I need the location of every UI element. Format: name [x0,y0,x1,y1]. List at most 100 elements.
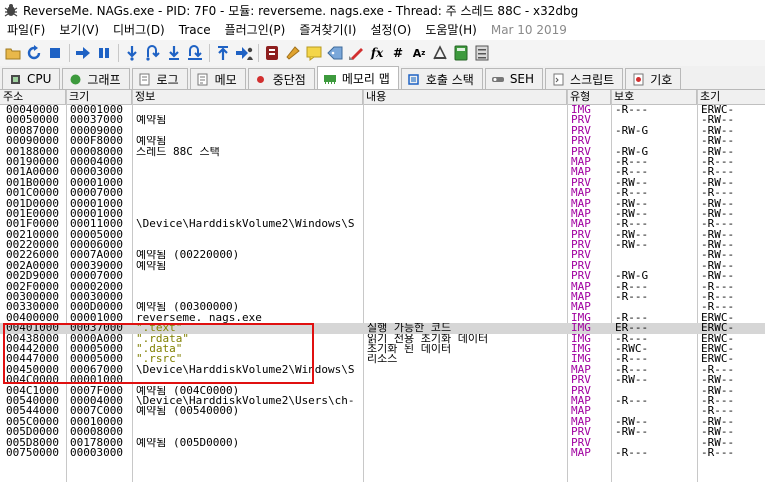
open-icon[interactable] [4,44,22,62]
menu-plugins[interactable]: 플러그인(P) [218,20,293,40]
script-icon[interactable] [263,44,281,62]
memory-map-table[interactable]: 00040000 00001000 IMG -R--- ERWC- 00050000 000… [0,105,765,482]
step-into-icon[interactable] [123,44,141,62]
restart-icon[interactable] [25,44,43,62]
notes-icon [196,72,210,86]
font-icon[interactable]: Az [410,44,428,62]
trace-over-icon[interactable] [186,44,204,62]
log-icon [138,72,152,86]
tab-call-stack[interactable]: 호출 스택 [400,68,483,89]
col-protection[interactable]: 보호 [611,90,697,104]
cell-initial: -R--- [701,219,735,230]
table-row[interactable]: 00544000 0007C000 예약됨 (00540000) MAP -R--- [0,406,765,416]
comment-icon[interactable] [305,44,323,62]
table-row[interactable]: 005C0000 00010000 MAP -RW-- -RW-- [0,417,765,427]
cell-type: IMG [571,354,591,365]
calculator-icon[interactable] [452,44,470,62]
tab-memory-map-label: 메모리 맵 [341,71,390,86]
patch-icon[interactable] [284,44,302,62]
table-row[interactable]: 00400000 00001000 reverseme. nags.exe IMG -R… [0,313,765,323]
table-row[interactable]: 001B0000 00001000 PRV -RW-- -RW-- [0,178,765,188]
bookmark-icon[interactable] [347,44,365,62]
cell-content: 리소스 [367,354,398,365]
table-row[interactable]: 001F0000 00011000 \Device\HarddiskVolume2\… [0,219,765,229]
pause-icon[interactable] [95,44,113,62]
table-row[interactable]: 001C0000 00007000 MAP -R--- -R--- [0,188,765,198]
tab-seh[interactable]: SEH [484,68,544,89]
menu-trace[interactable]: Trace [172,20,218,40]
table-row[interactable]: 00220000 00006000 PRV -RW-- -RW-- [0,240,765,250]
table-row[interactable]: 00330000 000D0000 예약됨 (00300000) MAP -R--- [0,302,765,312]
strings-icon[interactable] [431,44,449,62]
table-row[interactable]: 005D0000 00008000 PRV -RW-- -RW-- [0,427,765,437]
cell-initial: -RW-- [701,208,735,220]
cell-size: 00008000 [70,146,123,157]
hash-icon[interactable]: # [389,44,407,62]
table-row[interactable]: 00210000 00005000 PRV -RW-- -RW-- [0,230,765,240]
table-row[interactable]: 00750000 00003000 MAP -R--- -R--- [0,448,765,458]
table-row[interactable]: 00300000 00030000 MAP -R--- -R--- [0,292,765,302]
col-type[interactable]: 유형 [567,90,611,104]
table-row[interactable]: 00226000 0007A000 예약됨 (00220000) PRV -RW-- [0,250,765,260]
function-icon[interactable]: fx [368,44,386,62]
table-row[interactable]: 002A0000 00039000 예약됨 PRV -RW-- [0,261,765,271]
tab-breakpoints-label: 중단점 [272,72,306,87]
menu-favourites[interactable]: 즐겨찾기(I) [292,20,363,40]
run-to-user-code-icon[interactable] [235,44,253,62]
cell-size: 00001000 [70,198,123,209]
menu-options[interactable]: 설정(O) [363,20,418,40]
menu-help[interactable]: 도움말(H) [418,20,484,40]
tab-notes[interactable]: 메모 [189,68,246,89]
label-icon[interactable] [326,44,344,62]
table-row[interactable]: 00040000 00001000 IMG -R--- ERWC- [0,105,765,115]
trace-into-icon[interactable] [165,44,183,62]
run-icon[interactable] [74,44,92,62]
table-row[interactable]: 00087000 00009000 PRV -RW-G -RW-- [0,126,765,136]
tab-symbols[interactable]: 기호 [625,68,682,89]
step-over-icon[interactable] [144,44,162,62]
tab-breakpoints[interactable]: 중단점 [247,68,315,89]
cell-size: 00004000 [70,395,123,407]
tab-graph[interactable]: 그래프 [62,68,130,89]
table-row[interactable]: 001E0000 00001000 MAP -RW-- -RW-- [0,209,765,219]
cell-size: 00003000 [70,447,123,459]
col-address[interactable]: 주소 [0,90,66,104]
cell-type: MAP [571,188,591,199]
cell-initial: -R--- [701,302,735,313]
cell-initial: -RW-- [701,427,735,438]
tab-cpu[interactable]: CPU [2,68,61,89]
cell-protection: -R--- [615,167,649,178]
col-info[interactable]: 정보 [132,90,363,104]
settings-icon[interactable] [473,44,491,62]
menu-file[interactable]: 파일(F) [0,20,52,40]
cell-address: 00190000 [6,156,59,168]
col-size[interactable]: 크기 [66,90,132,104]
menu-view[interactable]: 보기(V) [52,20,106,40]
tab-log[interactable]: 로그 [131,68,188,89]
table-row[interactable]: 00540000 00004000 \Device\HarddiskVolume2\… [0,396,765,406]
table-row[interactable]: 00090000 000F8000 예약됨 PRV -RW-- [0,136,765,146]
col-content[interactable]: 내용 [363,90,567,104]
table-row[interactable]: 001A0000 00003000 MAP -R--- -R--- [0,167,765,177]
execute-till-return-icon[interactable] [214,44,232,62]
cell-initial: -R--- [701,406,735,417]
cell-address: 00300000 [6,292,59,303]
tab-memory-map[interactable]: 메모리 맵 [316,66,399,89]
col-initial[interactable]: 초기 [697,90,765,104]
table-row[interactable]: 00188000 00008000 스레드 88C 스택 PRV -RW-G -RW-- [0,147,765,157]
cell-type: IMG [571,343,591,355]
table-row[interactable]: 004C1000 0007F000 예약됨 (004C0000) PRV -RW-- [0,386,765,396]
cell-type: PRV [571,260,591,272]
table-row[interactable]: 00050000 00037000 예약됨 PRV -RW-- [0,115,765,125]
stop-icon[interactable] [46,44,64,62]
tab-script[interactable]: 스크립트 [545,68,624,89]
table-row[interactable]: 002F0000 00002000 MAP -R--- -R--- [0,282,765,292]
table-row[interactable]: 005D8000 00178000 예약됨 (005D0000) PRV -RW-- [0,438,765,448]
cell-address: 00220000 [6,240,59,251]
cell-protection: -R--- [615,156,649,168]
table-row[interactable]: 001D0000 00001000 MAP -RW-- -RW-- [0,199,765,209]
menu-debug[interactable]: 디버그(D) [106,20,172,40]
table-row[interactable]: 00190000 00004000 MAP -R--- -R--- [0,157,765,167]
table-row[interactable]: 002D9000 00007000 PRV -RW-G -RW-- [0,271,765,281]
cell-protection: -R--- [615,188,649,199]
